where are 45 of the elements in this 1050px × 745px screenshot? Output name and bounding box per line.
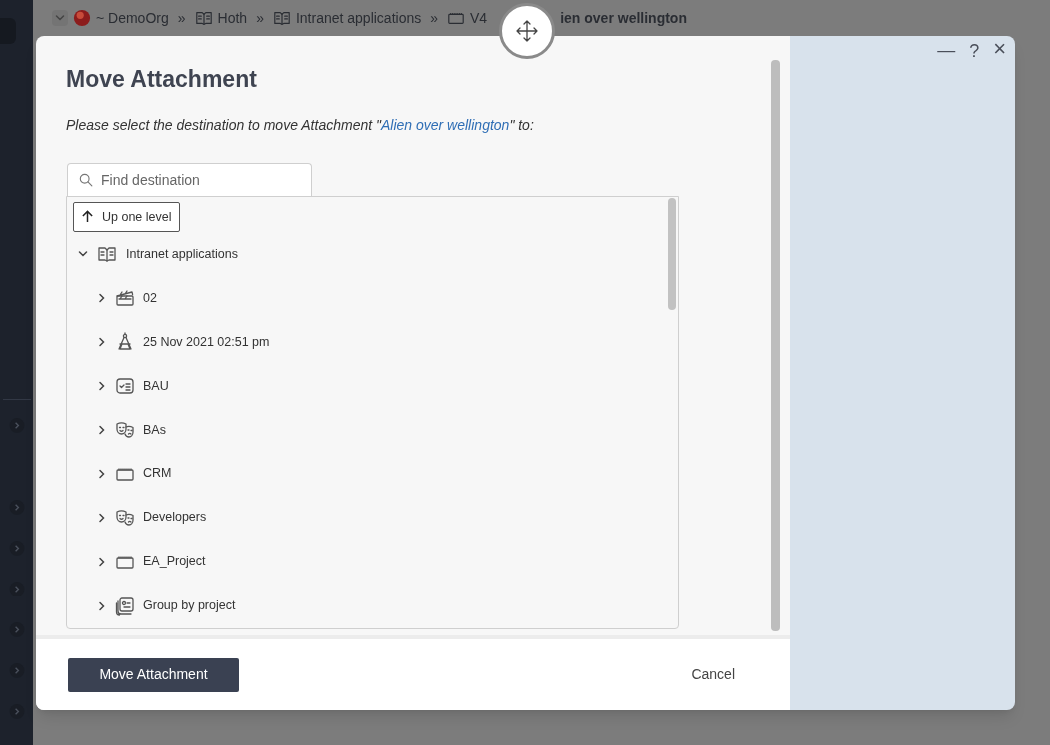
- chevron-right-icon[interactable]: [97, 381, 107, 392]
- clapper-icon: [115, 288, 135, 309]
- chevron-right-icon[interactable]: [97, 556, 107, 567]
- dialog-prompt: Please select the destination to move Attachment "Alien over wellington" to:: [66, 115, 535, 135]
- chevron-right-icon[interactable]: [97, 468, 107, 479]
- chevron-right-icon[interactable]: [97, 424, 107, 435]
- scrollbar-thumb[interactable]: [668, 197, 676, 310]
- breadcrumb-separator: »: [177, 8, 186, 28]
- chevron-right-icon[interactable]: [97, 512, 107, 523]
- search-icon: [79, 172, 93, 187]
- cancel-button[interactable]: Cancel: [691, 664, 735, 685]
- move-attachment-button[interactable]: Move Attachment: [68, 657, 239, 692]
- breadcrumb-separator: »: [256, 8, 264, 28]
- breadcrumb-separator: »: [430, 8, 439, 28]
- attachment-link[interactable]: Alien over wellington: [380, 116, 510, 133]
- move-handle[interactable]: [499, 3, 555, 59]
- tree-item[interactable]: BAs: [143, 420, 166, 440]
- masks-icon: [115, 507, 135, 528]
- tree-item[interactable]: Group by project: [143, 596, 236, 615]
- chevron-right-icon[interactable]: [97, 337, 107, 348]
- up-one-level-button[interactable]: Up one level: [73, 201, 180, 233]
- tree-item[interactable]: CRM: [143, 464, 172, 484]
- help-button[interactable]: ?: [969, 38, 980, 65]
- book-icon: [272, 9, 291, 27]
- masks-icon: [115, 419, 135, 440]
- move-icon: [515, 19, 539, 43]
- org-logo-icon: [73, 9, 91, 27]
- tree-item[interactable]: 25 Nov 2021 02:51 pm: [143, 332, 270, 352]
- tree-item[interactable]: EA_Project: [143, 552, 206, 571]
- page-title: ien over wellington: [560, 8, 687, 28]
- chevron-right-icon[interactable]: [97, 293, 107, 304]
- stack-icon: [115, 595, 135, 616]
- arrow-up-icon: [81, 210, 94, 224]
- minimize-button[interactable]: —: [937, 37, 956, 64]
- scrollbar-thumb[interactable]: [771, 60, 780, 631]
- book-icon: [194, 9, 213, 27]
- close-button[interactable]: ×: [993, 37, 1006, 61]
- tree-item[interactable]: Intranet applications: [126, 245, 238, 264]
- dialog-title: Move Attachment: [66, 65, 258, 94]
- tree-item[interactable]: Developers: [143, 508, 207, 528]
- tree-item[interactable]: BAU: [143, 376, 169, 396]
- search-field[interactable]: Find destination: [67, 162, 312, 196]
- chevron-right-icon[interactable]: [97, 600, 107, 611]
- tree-item[interactable]: 02: [143, 288, 157, 308]
- checklist-icon: [115, 376, 135, 397]
